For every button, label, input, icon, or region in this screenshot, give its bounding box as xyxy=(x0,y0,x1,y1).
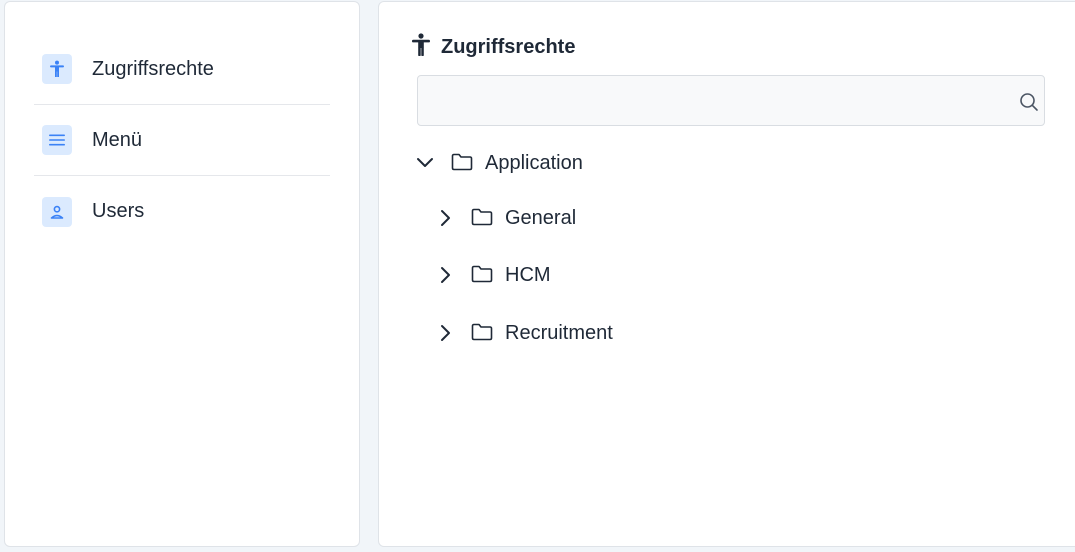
sidebar-item-users[interactable]: Users xyxy=(34,176,330,247)
user-icon xyxy=(42,196,72,227)
panel-header: Zugriffsrechte xyxy=(411,33,575,62)
chevron-right-icon[interactable] xyxy=(435,208,455,228)
tree-node-label: General xyxy=(505,206,577,229)
main-panel: Zugriffsrechte Application General HCM R… xyxy=(378,1,1075,547)
folder-icon xyxy=(471,323,493,343)
sidebar-item-zugriffsrechte[interactable]: Zugriffsrechte xyxy=(34,34,330,105)
tree-node-label: Application xyxy=(485,151,583,174)
chevron-right-icon[interactable] xyxy=(435,265,455,285)
sidebar-item-label: Menü xyxy=(92,128,143,151)
folder-icon xyxy=(471,208,493,228)
tree-node-recruitment[interactable]: Recruitment xyxy=(435,318,613,348)
accessibility-icon xyxy=(411,33,431,62)
accessibility-icon xyxy=(42,54,72,84)
sidebar-item-label: Users xyxy=(92,200,145,222)
chevron-right-icon[interactable] xyxy=(435,323,455,343)
folder-icon xyxy=(451,153,473,173)
search-box xyxy=(417,75,1045,126)
chevron-down-icon[interactable] xyxy=(415,153,435,173)
sidebar-nav: Zugriffsrechte Menü Users xyxy=(34,34,330,247)
tree-node-general[interactable]: General xyxy=(435,203,576,233)
sidebar-item-menu[interactable]: Menü xyxy=(34,105,330,176)
search-input[interactable] xyxy=(418,76,1044,125)
sidebar: Zugriffsrechte Menü Users xyxy=(4,1,360,547)
tree-node-application[interactable]: Application xyxy=(415,148,583,178)
search-icon[interactable] xyxy=(1018,91,1040,113)
page-title: Zugriffsrechte xyxy=(441,36,576,58)
tree-node-hcm[interactable]: HCM xyxy=(435,260,551,290)
tree-node-label: HCM xyxy=(505,263,551,286)
menu-icon xyxy=(42,125,72,155)
tree-node-label: Recruitment xyxy=(505,321,613,344)
folder-icon xyxy=(471,265,493,285)
sidebar-item-label: Zugriffsrechte xyxy=(92,57,214,80)
